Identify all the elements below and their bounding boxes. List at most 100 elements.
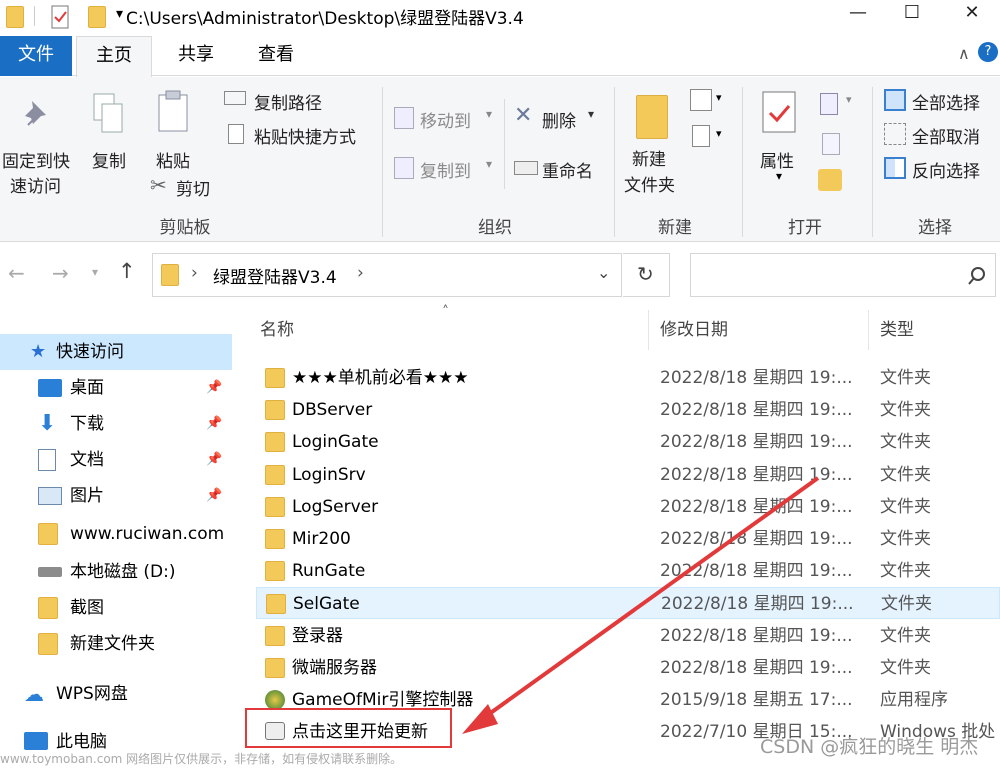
divider [648,310,649,350]
nav-item-wps[interactable]: ☁ WPS网盘 [0,676,232,712]
nav-label: 图片 [70,486,104,506]
tab-home[interactable]: 主页 [76,36,152,77]
invert-selection-button[interactable]: 反向选择 [912,157,980,182]
pictures-icon [38,487,62,505]
new-folder-button[interactable]: 新建 [632,145,666,170]
pin-icon: 📌 [206,452,223,467]
table-row[interactable]: SelGate 2022/8/18 星期四 19:... 文件夹 [256,587,1000,620]
file-date: 2022/8/18 星期四 19:... [660,368,853,388]
divider [382,87,383,237]
paste-shortcut-button[interactable]: 粘贴快捷方式 [254,123,356,148]
search-icon [968,267,985,285]
tab-share[interactable]: 共享 [160,36,232,76]
table-row[interactable]: RunGate 2022/8/18 星期四 19:... 文件夹 [256,555,1000,587]
select-all-button[interactable]: 全部选择 [912,89,980,114]
back-button[interactable]: ← [8,261,25,285]
desktop-icon [38,379,62,397]
folder-icon [265,400,285,421]
folder-icon [161,264,179,286]
cloud-icon: ☁ [24,682,44,706]
copy-to-button[interactable]: 复制到 [420,157,471,182]
nav-item-new-folder[interactable]: 新建文件夹 [0,626,232,662]
breadcrumb-separator[interactable]: › [191,263,198,283]
column-header-name[interactable]: 名称 [260,310,294,350]
file-name: 登录器 [292,625,343,646]
table-row[interactable]: ★★★单机前必看★★★ 2022/8/18 星期四 19:... 文件夹 [256,362,1000,394]
address-bar[interactable]: › 绿盟登陆器V3.4 › ⌄ [152,253,622,297]
refresh-button[interactable]: ↻ [623,253,670,297]
minimize-button[interactable]: — [832,0,884,30]
select-none-button[interactable]: 全部取消 [912,123,980,148]
new-item-icon[interactable] [690,89,712,111]
chevron-down-icon: ▾ [776,169,783,183]
nav-quick-access[interactable]: ★ 快速访问 [0,334,232,370]
file-name: DBServer [292,400,373,421]
history-icon[interactable] [818,169,842,191]
file-date: 2022/8/18 星期四 19:... [661,594,854,615]
breadcrumb-separator[interactable]: › [357,263,364,283]
help-icon[interactable]: ? [978,42,998,62]
new-group-label: 新建 [658,218,692,238]
open-group-label: 打开 [788,218,822,238]
divider [34,6,35,26]
up-button[interactable]: ↑ [118,259,136,283]
copy-to-icon [394,157,414,179]
copy-button[interactable]: 复制 [92,147,126,172]
move-to-button[interactable]: 移动到 [420,107,471,132]
table-row[interactable]: LoginGate 2022/8/18 星期四 19:... 文件夹 [256,426,1000,458]
nav-item-screenshots[interactable]: 截图 [0,590,232,626]
file-type: 文件夹 [880,561,931,582]
chevron-down-icon[interactable]: ▾ [116,6,123,22]
copy-path-button[interactable]: 复制路径 [254,89,322,114]
nav-item-drive-d[interactable]: 本地磁盘 (D:) [0,554,232,590]
chevron-down-icon[interactable]: ⌄ [597,263,610,282]
nav-item-documents[interactable]: 文档 📌 [0,442,232,478]
tab-view[interactable]: 查看 [240,36,312,76]
table-row[interactable]: LogServer 2022/8/18 星期四 19:... 文件夹 [256,491,1000,523]
move-to-icon [394,107,414,129]
properties-quick-icon[interactable] [48,4,74,30]
file-type: 文件夹 [881,594,932,615]
breadcrumb-current[interactable]: 绿盟登陆器V3.4 [213,263,337,288]
easy-access-icon[interactable] [692,125,710,147]
search-input[interactable] [690,253,996,297]
recent-locations-icon[interactable]: ▾ [92,265,98,279]
file-type: 文件夹 [880,400,931,421]
open-icon[interactable] [820,93,838,115]
cut-button[interactable]: 剪切 [176,175,210,200]
table-row[interactable]: LoginSrv 2022/8/18 星期四 19:... 文件夹 [256,459,1000,491]
nav-label: 截图 [70,598,104,618]
collapse-ribbon-icon[interactable]: ∧ [958,44,970,63]
paste-button[interactable]: 粘贴 [156,147,190,172]
delete-button[interactable]: 删除 [542,107,576,132]
nav-item-pictures[interactable]: 图片 📌 [0,478,232,514]
rename-button[interactable]: 重命名 [542,157,593,182]
close-button[interactable]: ✕ [946,0,998,30]
edit-icon[interactable] [822,133,840,155]
folder-icon [265,432,285,453]
new-folder-quick-icon[interactable] [88,6,106,28]
nav-item-desktop[interactable]: 桌面 📌 [0,370,232,406]
column-header-type[interactable]: 类型 [880,310,914,350]
table-row[interactable]: Mir200 2022/8/18 星期四 19:... 文件夹 [256,523,1000,555]
download-icon: ⬇ [38,411,57,436]
scissors-icon: ✂ [150,173,167,197]
tab-file[interactable]: 文件 [0,36,72,76]
sort-ascending-icon: ˄ [442,304,449,320]
drive-icon [38,567,62,577]
maximize-button[interactable]: ☐ [886,0,938,30]
pin-icon: 📌 [206,488,223,503]
table-row[interactable]: 微端服务器 2022/8/18 星期四 19:... 文件夹 [256,652,1000,684]
table-row[interactable]: DBServer 2022/8/18 星期四 19:... 文件夹 [256,394,1000,426]
column-header-date[interactable]: 修改日期 [660,310,728,350]
table-row[interactable]: 登录器 2022/8/18 星期四 19:... 文件夹 [256,620,1000,652]
window-title: C:\Users\Administrator\Desktop\绿盟登陆器V3.4 [126,9,524,29]
nav-item-ruciwan[interactable]: www.ruciwan.com [0,516,232,552]
computer-icon [24,732,48,750]
forward-button[interactable]: → [52,261,69,285]
file-name: RunGate [292,561,366,582]
nav-item-downloads[interactable]: ⬇ 下载 📌 [0,406,232,442]
folder-icon [266,594,286,615]
pin-quick-access-button[interactable]: 固定到快 [2,147,70,172]
file-date: 2022/8/18 星期四 19:... [660,400,853,421]
